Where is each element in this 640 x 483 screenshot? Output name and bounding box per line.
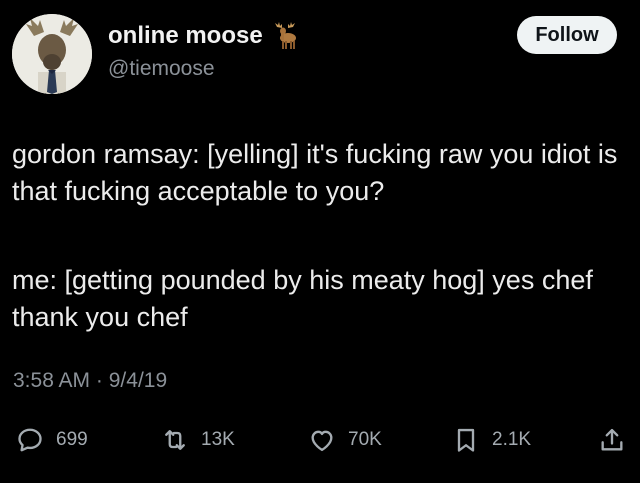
share-icon xyxy=(601,428,623,451)
follow-button[interactable]: Follow xyxy=(517,16,617,54)
reply-icon xyxy=(18,428,42,452)
bookmark-icon xyxy=(457,428,475,452)
share-button[interactable] xyxy=(598,420,638,460)
like-button[interactable]: 70K xyxy=(308,420,382,460)
tweet-date: 9/4/19 xyxy=(108,369,168,392)
bookmark-count: 2.1K xyxy=(492,429,532,450)
action-bar: 699 13K 70K 2.1K xyxy=(0,420,640,460)
tweet-time: 3:58 AM xyxy=(13,369,91,392)
tweet-paragraph: me: [getting pounded by his meaty hog] y… xyxy=(12,265,593,332)
retweet-icon xyxy=(165,430,185,450)
author-handle[interactable]: @tiemoose xyxy=(108,56,215,82)
reply-count: 699 xyxy=(56,429,88,450)
tweet-timestamp[interactable]: 3:58 AM · 9/4/19 xyxy=(13,368,167,394)
avatar[interactable] xyxy=(12,14,92,94)
avatar-image xyxy=(12,14,92,94)
tweet-paragraph: gordon ramsay: [yelling] it's fucking ra… xyxy=(12,139,618,206)
retweet-button[interactable]: 13K xyxy=(161,420,235,460)
display-name[interactable]: online moose xyxy=(108,22,263,50)
retweet-count: 13K xyxy=(201,429,235,450)
like-count: 70K xyxy=(348,429,382,450)
tweet-text: gordon ramsay: [yelling] it's fucking ra… xyxy=(12,136,622,336)
heart-icon xyxy=(311,430,333,452)
author-name-row: online moose xyxy=(108,21,301,51)
moose-emoji-icon xyxy=(271,21,301,51)
bookmark-button[interactable]: 2.1K xyxy=(452,420,531,460)
reply-button[interactable]: 699 xyxy=(16,420,88,460)
timestamp-separator: · xyxy=(95,369,103,392)
